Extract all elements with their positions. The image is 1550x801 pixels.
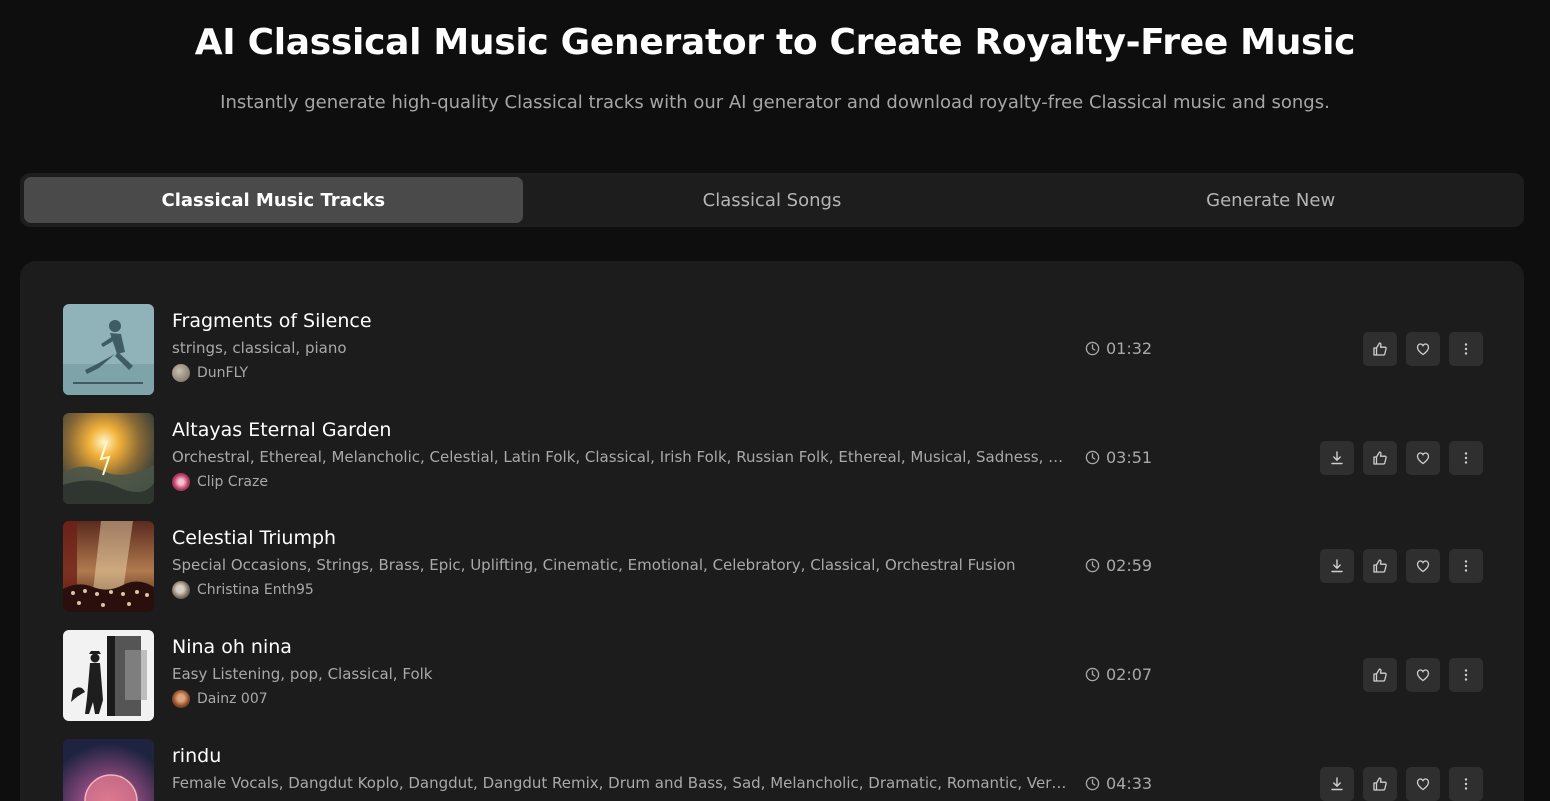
like-button[interactable]	[1363, 549, 1397, 583]
thumbs-up-icon	[1373, 342, 1387, 356]
track-duration-value: 01:32	[1106, 339, 1153, 358]
download-button[interactable]	[1320, 767, 1354, 801]
track-duration-value: 03:51	[1106, 448, 1153, 467]
download-button[interactable]	[1320, 549, 1354, 583]
track-tags: strings, classical, piano	[172, 339, 347, 357]
track-title[interactable]: rindu	[172, 745, 221, 767]
track-row[interactable]: rindu Female Vocals, Dangdut Koplo, Dang…	[63, 739, 1483, 801]
favorite-button[interactable]	[1406, 658, 1440, 692]
track-actions	[1363, 658, 1483, 692]
track-author[interactable]: Dainz 007	[172, 690, 268, 708]
track-duration: 04:33	[1085, 774, 1152, 793]
thumbs-up-icon	[1373, 777, 1387, 791]
track-row[interactable]: Celestial Triumph Special Occasions, Str…	[63, 521, 1483, 613]
track-actions	[1320, 441, 1483, 475]
more-vertical-icon	[1464, 669, 1468, 681]
track-title[interactable]: Altayas Eternal Garden	[172, 419, 391, 441]
tab-classical-music-tracks[interactable]: Classical Music Tracks	[24, 177, 523, 223]
more-vertical-icon	[1464, 452, 1468, 464]
favorite-button[interactable]	[1406, 767, 1440, 801]
heart-icon	[1416, 343, 1430, 356]
download-icon	[1331, 559, 1343, 573]
heart-icon	[1416, 778, 1430, 791]
more-vertical-icon	[1464, 560, 1468, 572]
more-vertical-icon	[1464, 778, 1468, 790]
more-button[interactable]	[1449, 332, 1483, 366]
track-actions	[1320, 549, 1483, 583]
favorite-button[interactable]	[1406, 332, 1440, 366]
track-duration: 01:32	[1085, 339, 1152, 358]
like-button[interactable]	[1363, 767, 1397, 801]
track-author-name: DunFLY	[197, 365, 249, 381]
track-row[interactable]: Nina oh nina Easy Listening, pop, Classi…	[63, 630, 1483, 722]
track-row[interactable]: Fragments of Silence strings, classical,…	[63, 304, 1483, 396]
track-actions	[1320, 767, 1483, 801]
track-title[interactable]: Celestial Triumph	[172, 527, 336, 549]
track-author-name: Clip Craze	[197, 474, 268, 490]
favorite-button[interactable]	[1406, 441, 1440, 475]
clock-icon	[1085, 341, 1100, 356]
tab-classical-songs[interactable]: Classical Songs	[523, 177, 1022, 223]
heart-icon	[1416, 452, 1430, 465]
download-icon	[1331, 451, 1343, 465]
track-cover[interactable]	[63, 521, 154, 612]
like-button[interactable]	[1363, 658, 1397, 692]
track-author-name: Christina Enth95	[197, 582, 314, 598]
avatar	[172, 364, 190, 382]
thumbs-up-icon	[1373, 668, 1387, 682]
more-button[interactable]	[1449, 767, 1483, 801]
tab-generate-new[interactable]: Generate New	[1021, 177, 1520, 223]
track-cover[interactable]	[63, 304, 154, 395]
download-button[interactable]	[1320, 441, 1354, 475]
more-button[interactable]	[1449, 658, 1483, 692]
page-subtitle: Instantly generate high-quality Classica…	[220, 92, 1330, 113]
track-row[interactable]: Altayas Eternal Garden Orchestral, Ether…	[63, 413, 1483, 505]
track-author[interactable]: Clip Craze	[172, 473, 268, 491]
more-button[interactable]	[1449, 549, 1483, 583]
heart-icon	[1416, 560, 1430, 573]
clock-icon	[1085, 667, 1100, 682]
track-title[interactable]: Fragments of Silence	[172, 310, 372, 332]
like-button[interactable]	[1363, 332, 1397, 366]
clock-icon	[1085, 450, 1100, 465]
tab-bar: Classical Music Tracks Classical Songs G…	[20, 173, 1524, 227]
more-button[interactable]	[1449, 441, 1483, 475]
clock-icon	[1085, 776, 1100, 791]
avatar	[172, 690, 190, 708]
heart-icon	[1416, 669, 1430, 682]
thumbs-up-icon	[1373, 559, 1387, 573]
like-button[interactable]	[1363, 441, 1397, 475]
track-duration: 03:51	[1085, 448, 1152, 467]
track-cover[interactable]	[63, 413, 154, 504]
track-tags: Orchestral, Ethereal, Melancholic, Celes…	[172, 448, 1072, 466]
track-list: Fragments of Silence strings, classical,…	[20, 261, 1524, 801]
favorite-button[interactable]	[1406, 549, 1440, 583]
download-icon	[1331, 777, 1343, 791]
page-title: AI Classical Music Generator to Create R…	[194, 22, 1356, 63]
track-duration-value: 04:33	[1106, 774, 1153, 793]
track-duration-value: 02:07	[1106, 665, 1153, 684]
clock-icon	[1085, 558, 1100, 573]
track-cover[interactable]	[63, 739, 154, 801]
track-cover[interactable]	[63, 630, 154, 721]
track-author-name: Dainz 007	[197, 691, 268, 707]
more-vertical-icon	[1464, 343, 1468, 355]
track-tags: Easy Listening, pop, Classical, Folk	[172, 665, 433, 683]
track-title[interactable]: Nina oh nina	[172, 636, 292, 658]
thumbs-up-icon	[1373, 451, 1387, 465]
avatar	[172, 581, 190, 599]
track-actions	[1363, 332, 1483, 366]
track-tags: Female Vocals, Dangdut Koplo, Dangdut, D…	[172, 774, 1072, 792]
avatar	[172, 473, 190, 491]
track-duration: 02:59	[1085, 556, 1152, 575]
track-author[interactable]: Christina Enth95	[172, 581, 314, 599]
track-tags: Special Occasions, Strings, Brass, Epic,…	[172, 556, 1016, 574]
track-duration: 02:07	[1085, 665, 1152, 684]
track-author[interactable]: DunFLY	[172, 364, 248, 382]
track-duration-value: 02:59	[1106, 556, 1153, 575]
